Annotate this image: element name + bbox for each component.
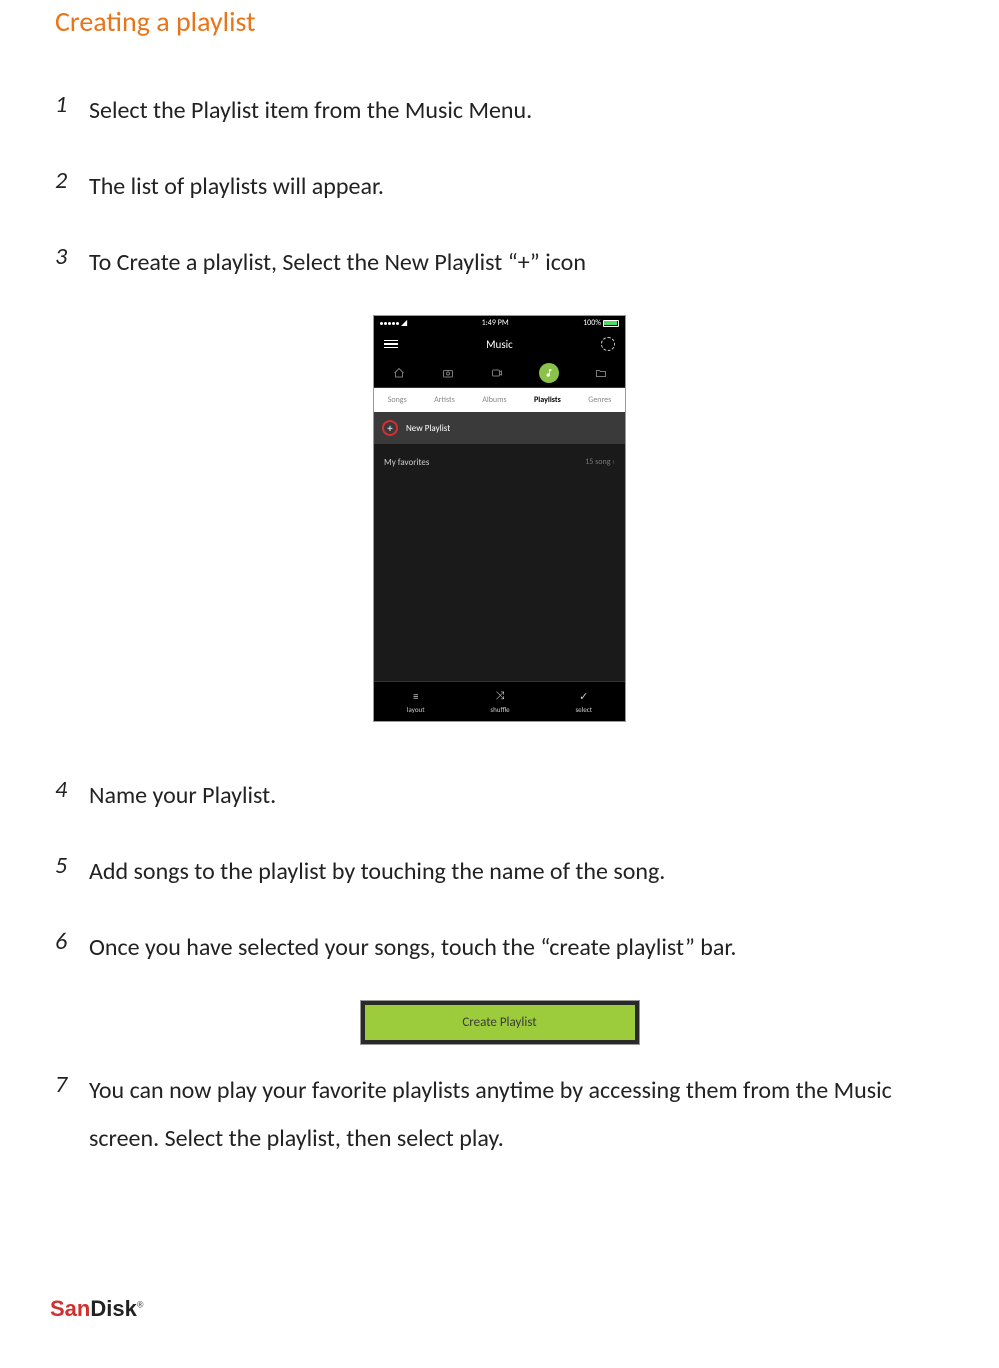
layout-icon: ≡ xyxy=(413,690,418,703)
home-icon[interactable] xyxy=(392,366,406,380)
step-text: Select the Playlist item from the Music … xyxy=(89,87,532,135)
plus-icon[interactable]: + xyxy=(382,420,398,436)
bottom-bar: ≡ layout ⤨ shuffle ✓ select xyxy=(374,681,625,721)
tab-playlists[interactable]: Playlists xyxy=(534,395,561,405)
new-playlist-label: New Playlist xyxy=(406,423,450,434)
bottom-label: shuffle xyxy=(490,705,509,714)
shuffle-icon: ⤨ xyxy=(496,689,505,703)
step-text: Name your Playlist. xyxy=(89,772,276,820)
folder-icon[interactable] xyxy=(594,366,608,380)
select-button[interactable]: ✓ select xyxy=(575,690,592,714)
step-2: 2 The list of playlists will appear. xyxy=(55,163,944,211)
battery-percent: 100% xyxy=(583,318,601,328)
step-number: 3 xyxy=(55,239,89,287)
tab-artists[interactable]: Artists xyxy=(434,395,455,405)
camera-icon[interactable] xyxy=(441,366,455,380)
bottom-label: layout xyxy=(407,705,425,714)
status-bar: ◢ 1:49 PM 100% xyxy=(374,316,625,330)
step-number: 7 xyxy=(55,1067,89,1163)
new-playlist-row[interactable]: + New Playlist xyxy=(374,412,625,444)
create-playlist-button[interactable]: Create Playlist xyxy=(365,1005,635,1040)
logo-part-2: Disk xyxy=(90,1296,136,1321)
step-number: 5 xyxy=(55,848,89,896)
tab-albums[interactable]: Albums xyxy=(482,395,506,405)
layout-button[interactable]: ≡ layout xyxy=(407,690,425,714)
create-bar-frame: Create Playlist xyxy=(360,1000,640,1045)
playlist-name: My favorites xyxy=(384,457,429,468)
step-number: 6 xyxy=(55,924,89,972)
playlist-item[interactable]: My favorites 15 song › xyxy=(374,444,625,480)
music-icon[interactable] xyxy=(539,363,559,383)
step-5: 5 Add songs to the playlist by touching … xyxy=(55,848,944,896)
step-text: The list of playlists will appear. xyxy=(89,163,384,211)
step-6: 6 Once you have selected your songs, tou… xyxy=(55,924,944,972)
sandisk-logo: SanDisk® xyxy=(50,1296,143,1322)
app-header: Music xyxy=(374,330,625,358)
wifi-icon: ◢ xyxy=(401,318,407,328)
step-text: You can now play your favorite playlists… xyxy=(89,1067,944,1163)
phone-frame: ◢ 1:49 PM 100% Music Songs Artists Album… xyxy=(373,315,626,722)
menu-icon[interactable] xyxy=(384,340,398,349)
step-3: 3 To Create a playlist, Select the New P… xyxy=(55,239,944,287)
app-title: Music xyxy=(486,338,513,351)
status-time: 1:49 PM xyxy=(482,318,509,328)
step-1: 1 Select the Playlist item from the Musi… xyxy=(55,87,944,135)
app-screenshot: ◢ 1:49 PM 100% Music Songs Artists Album… xyxy=(55,315,944,722)
recent-icon[interactable] xyxy=(601,337,615,351)
step-number: 4 xyxy=(55,772,89,820)
step-text: To Create a playlist, Select the New Pla… xyxy=(89,239,586,287)
step-4: 4 Name your Playlist. xyxy=(55,772,944,820)
logo-part-1: San xyxy=(50,1296,90,1321)
main-nav xyxy=(374,358,625,388)
select-icon: ✓ xyxy=(579,690,588,703)
sub-tabs: Songs Artists Albums Playlists Genres xyxy=(374,388,625,412)
playlist-meta: 15 song › xyxy=(585,457,615,467)
step-7: 7 You can now play your favorite playlis… xyxy=(55,1067,944,1163)
tab-genres[interactable]: Genres xyxy=(588,395,611,405)
step-text: Add songs to the playlist by touching th… xyxy=(89,848,665,896)
step-text: Once you have selected your songs, touch… xyxy=(89,924,736,972)
step-number: 2 xyxy=(55,163,89,211)
create-playlist-screenshot: Create Playlist xyxy=(55,1000,944,1045)
instruction-list: 1 Select the Playlist item from the Musi… xyxy=(55,87,944,287)
registered-icon: ® xyxy=(137,1300,144,1310)
instruction-list-final: 7 You can now play your favorite playlis… xyxy=(55,1067,944,1163)
instruction-list-continued: 4 Name your Playlist. 5 Add songs to the… xyxy=(55,772,944,972)
bottom-label: select xyxy=(575,705,592,714)
video-icon[interactable] xyxy=(490,366,504,380)
step-number: 1 xyxy=(55,87,89,135)
shuffle-button[interactable]: ⤨ shuffle xyxy=(490,689,509,714)
tab-songs[interactable]: Songs xyxy=(388,395,407,405)
page-title: Creating a playlist xyxy=(55,4,944,39)
